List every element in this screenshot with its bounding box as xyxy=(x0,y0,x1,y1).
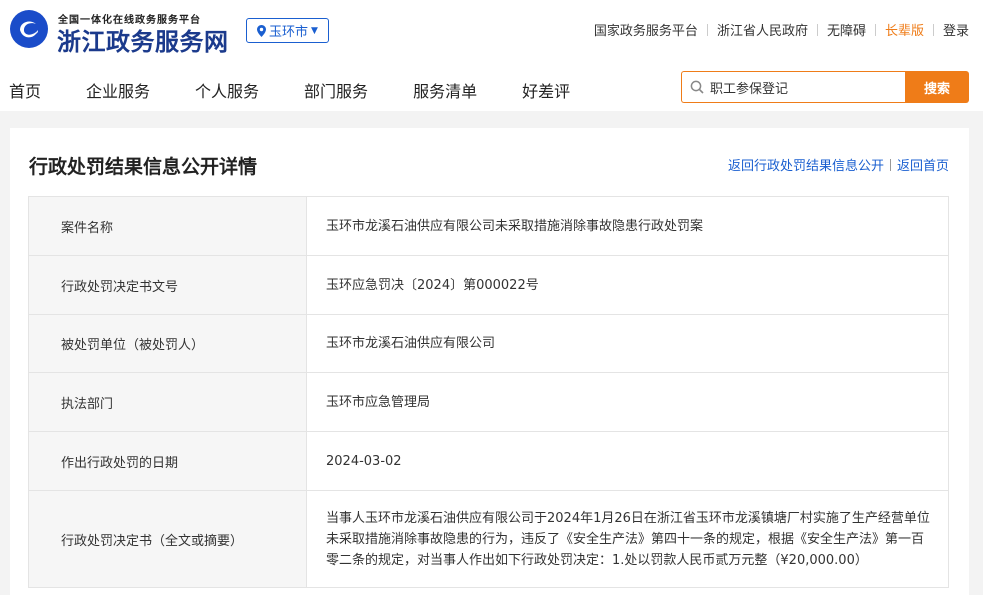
site-header: 全国一体化在线政务服务平台 浙江政务服务网 玉环市 ▼ 国家政务服务平台 浙江省… xyxy=(0,0,983,111)
back-links: 返回行政处罚结果信息公开 返回首页 xyxy=(728,155,949,174)
city-name: 玉环市 xyxy=(269,25,309,40)
row-label: 行政处罚决定书文号 xyxy=(28,255,307,315)
link-accessibility[interactable]: 无障碍 xyxy=(827,20,866,39)
row-value: 玉环市龙溪石油供应有限公司 xyxy=(306,314,949,373)
table-row: 行政处罚决定书（全文或摘要） 当事人玉环市龙溪石油供应有限公司于2024年1月2… xyxy=(28,490,949,588)
detail-panel: 行政处罚结果信息公开详情 返回行政处罚结果信息公开 返回首页 案件名称 玉环市龙… xyxy=(10,128,969,595)
nav-enterprise-services[interactable]: 企业服务 xyxy=(86,78,150,102)
table-row: 执法部门 玉环市应急管理局 xyxy=(28,372,949,432)
nav-department-services[interactable]: 部门服务 xyxy=(304,78,368,102)
back-to-list-link[interactable]: 返回行政处罚结果信息公开 xyxy=(728,155,884,174)
city-selector[interactable]: 玉环市 ▼ xyxy=(246,18,329,43)
divider xyxy=(874,23,876,36)
search-input[interactable] xyxy=(710,79,890,95)
nav-service-list[interactable]: 服务清单 xyxy=(413,78,477,102)
nav-home[interactable]: 首页 xyxy=(9,78,41,102)
table-row: 行政处罚决定书文号 玉环应急罚决〔2024〕第000022号 xyxy=(28,255,949,315)
penalty-info-table: 案件名称 玉环市龙溪石油供应有限公司未采取措施消除事故隐患行政处罚案 行政处罚决… xyxy=(28,196,949,588)
divider xyxy=(706,23,708,36)
divider xyxy=(889,158,891,171)
row-label: 被处罚单位（被处罚人） xyxy=(28,314,307,373)
link-provincial-government[interactable]: 浙江省人民政府 xyxy=(717,20,808,39)
row-value: 玉环市龙溪石油供应有限公司未采取措施消除事故隐患行政处罚案 xyxy=(306,196,949,256)
row-value: 玉环应急罚决〔2024〕第000022号 xyxy=(306,255,949,315)
row-value: 2024-03-02 xyxy=(306,431,949,491)
search-bar: 搜索 xyxy=(681,71,969,103)
divider xyxy=(816,23,818,36)
row-label: 行政处罚决定书（全文或摘要） xyxy=(28,490,307,588)
table-row: 作出行政处罚的日期 2024-03-02 xyxy=(28,431,949,491)
search-box xyxy=(681,71,906,103)
logo-swirl-icon xyxy=(20,21,38,38)
link-national-platform[interactable]: 国家政务服务平台 xyxy=(594,20,698,39)
back-to-home-link[interactable]: 返回首页 xyxy=(897,155,949,174)
search-button[interactable]: 搜索 xyxy=(905,71,969,103)
table-row: 案件名称 玉环市龙溪石油供应有限公司未采取措施消除事故隐患行政处罚案 xyxy=(28,196,949,256)
search-icon xyxy=(690,80,704,94)
nav-personal-services[interactable]: 个人服务 xyxy=(195,78,259,102)
page-title: 行政处罚结果信息公开详情 xyxy=(29,156,258,178)
zhejiang-logo-icon[interactable] xyxy=(10,10,48,48)
logo-title[interactable]: 浙江政务服务网 xyxy=(57,22,229,57)
table-row: 被处罚单位（被处罚人） 玉环市龙溪石油供应有限公司 xyxy=(28,314,949,373)
location-pin-icon xyxy=(257,24,267,37)
link-elder-mode[interactable]: 长辈版 xyxy=(885,20,924,39)
row-value: 当事人玉环市龙溪石油供应有限公司于2024年1月26日在浙江省玉环市龙溪镇塘厂村… xyxy=(306,490,949,588)
main-nav: 首页 企业服务 个人服务 部门服务 服务清单 好差评 xyxy=(9,78,615,102)
caret-down-icon: ▼ xyxy=(311,25,318,36)
row-label: 执法部门 xyxy=(28,372,307,432)
divider xyxy=(932,23,934,36)
row-label: 作出行政处罚的日期 xyxy=(28,431,307,491)
nav-evaluation[interactable]: 好差评 xyxy=(522,78,570,102)
row-label: 案件名称 xyxy=(28,196,307,256)
link-login[interactable]: 登录 xyxy=(943,20,969,39)
row-value: 玉环市应急管理局 xyxy=(306,372,949,432)
top-links: 国家政务服务平台 浙江省人民政府 无障碍 长辈版 登录 xyxy=(594,20,969,39)
